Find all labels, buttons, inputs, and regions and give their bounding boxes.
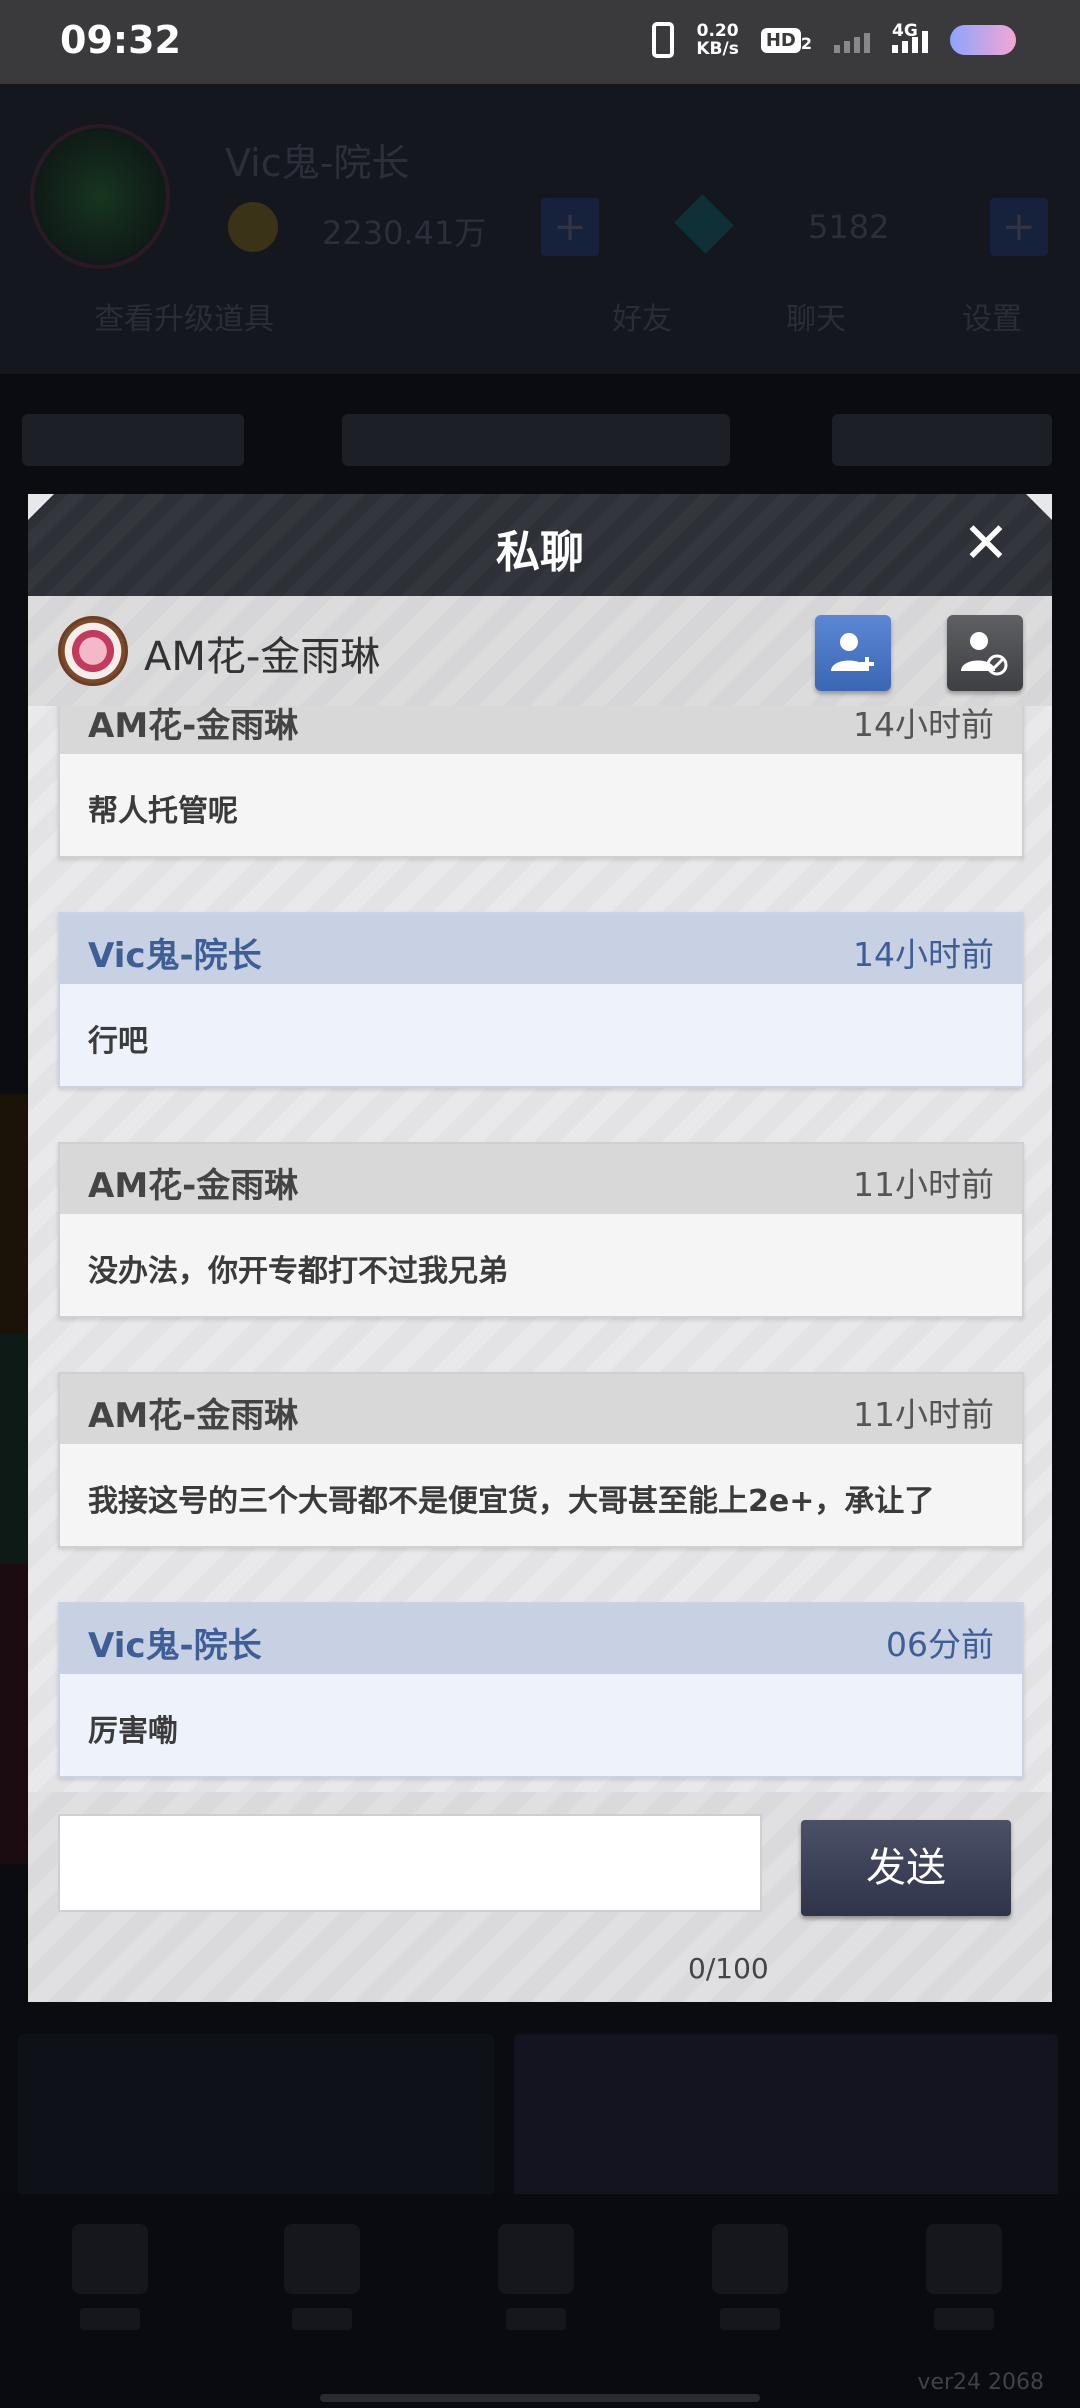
message-time: 11小时前 <box>853 1165 994 1204</box>
signal-icon-sim2: 4G <box>892 21 928 53</box>
message-time: 06分前 <box>886 1625 994 1664</box>
vibrate-icon <box>652 22 675 58</box>
message-time: 14小时前 <box>853 706 994 744</box>
block-user-icon <box>961 632 1008 676</box>
bg-chip <box>342 414 730 466</box>
bg-chip <box>22 414 244 466</box>
net-speed: 0.20 KB/s <box>696 21 739 59</box>
peer-avatar[interactable] <box>58 616 128 686</box>
bg-add-gems-button: + <box>990 198 1048 256</box>
battery-icon <box>950 25 1016 55</box>
message-input-bar: 发送 0/100 <box>28 1792 1052 2002</box>
send-button[interactable]: 发送 <box>801 1820 1011 1916</box>
message-text: 我接这号的三个大哥都不是便宜货，大哥甚至能上2e+，承让了 <box>88 1484 935 1519</box>
bg-player-name: Vic鬼-院长 <box>225 141 410 185</box>
bg-band <box>0 1564 28 1864</box>
close-icon[interactable]: ✕ <box>958 516 1014 572</box>
block-user-button[interactable] <box>947 615 1023 691</box>
status-bar: 09:32 0.20 KB/s HD 2 4G <box>0 0 1080 84</box>
message-item-self: Vic鬼-院长 14小时前 行吧 <box>58 912 1024 1088</box>
message-text: 厉害嘞 <box>88 1714 178 1749</box>
status-icons: 0.20 KB/s HD 2 4G <box>652 21 1016 59</box>
gesture-bar[interactable] <box>320 2394 760 2402</box>
version-label: ver24 2068 <box>917 2370 1044 2395</box>
bg-nav-item <box>924 2224 1004 2334</box>
bg-nav-item <box>70 2224 150 2334</box>
private-chat-dialog: 私聊 ✕ AM花-金雨琳 AM花-金雨琳 14小时前 帮人托管呢 Vic鬼-院长… <box>28 494 1052 2002</box>
coin-icon <box>228 202 278 252</box>
message-item: AM花-金雨琳 14小时前 帮人托管呢 <box>58 706 1024 858</box>
message-text: 没办法，你开专都打不过我兄弟 <box>88 1254 508 1289</box>
dialog-title-bar: 私聊 ✕ <box>28 494 1052 596</box>
message-item: AM花-金雨琳 11小时前 我接这号的三个大哥都不是便宜货，大哥甚至能上2e+，… <box>58 1372 1024 1548</box>
message-input[interactable] <box>58 1814 762 1912</box>
bg-gems: 5182 <box>808 208 890 246</box>
message-text: 行吧 <box>88 1024 148 1059</box>
bg-friends: 好友 <box>612 302 672 337</box>
message-time: 11小时前 <box>853 1395 994 1434</box>
bg-nav-item <box>710 2224 790 2334</box>
bg-settings: 设置 <box>962 302 1022 337</box>
dialog-title: 私聊 <box>496 527 584 578</box>
char-counter: 0/100 <box>688 1952 769 1985</box>
message-sender: AM花-金雨琳 <box>88 1166 299 1206</box>
signal-icon-sim1 <box>834 27 870 53</box>
bg-nav-item <box>496 2224 576 2334</box>
peer-name: AM花-金雨琳 <box>144 634 381 680</box>
chat-peer-bar: AM花-金雨琳 <box>28 596 1052 706</box>
message-sender: AM花-金雨琳 <box>88 1396 299 1436</box>
hd-icon: HD 2 <box>760 27 812 53</box>
bg-profile-header: Vic鬼-院长 2230.41万 + 5182 + 查看升级道具 好友 聊天 设… <box>0 84 1080 374</box>
bg-avatar <box>30 124 170 269</box>
message-item-self: Vic鬼-院长 06分前 厉害嘞 <box>58 1602 1024 1778</box>
add-friend-icon <box>831 633 874 671</box>
bg-chat: 聊天 <box>786 302 846 337</box>
message-item: AM花-金雨琳 11小时前 没办法，你开专都打不过我兄弟 <box>58 1142 1024 1318</box>
message-time: 14小时前 <box>853 935 994 974</box>
add-friend-button[interactable] <box>815 615 891 691</box>
message-list[interactable]: AM花-金雨琳 14小时前 帮人托管呢 Vic鬼-院长 14小时前 行吧 AM花… <box>28 706 1052 1792</box>
bg-upgrade-link: 查看升级道具 <box>94 302 274 337</box>
message-sender: AM花-金雨琳 <box>88 706 299 746</box>
bg-add-coins-button: + <box>541 198 599 256</box>
message-sender: Vic鬼-院长 <box>88 1626 262 1666</box>
message-sender: Vic鬼-院长 <box>88 936 262 976</box>
gem-icon <box>674 194 734 254</box>
bg-coins: 2230.41万 <box>322 214 487 252</box>
bg-chip <box>832 414 1052 466</box>
bg-nav-item <box>282 2224 362 2334</box>
status-time: 09:32 <box>60 18 181 62</box>
message-text: 帮人托管呢 <box>88 794 238 829</box>
